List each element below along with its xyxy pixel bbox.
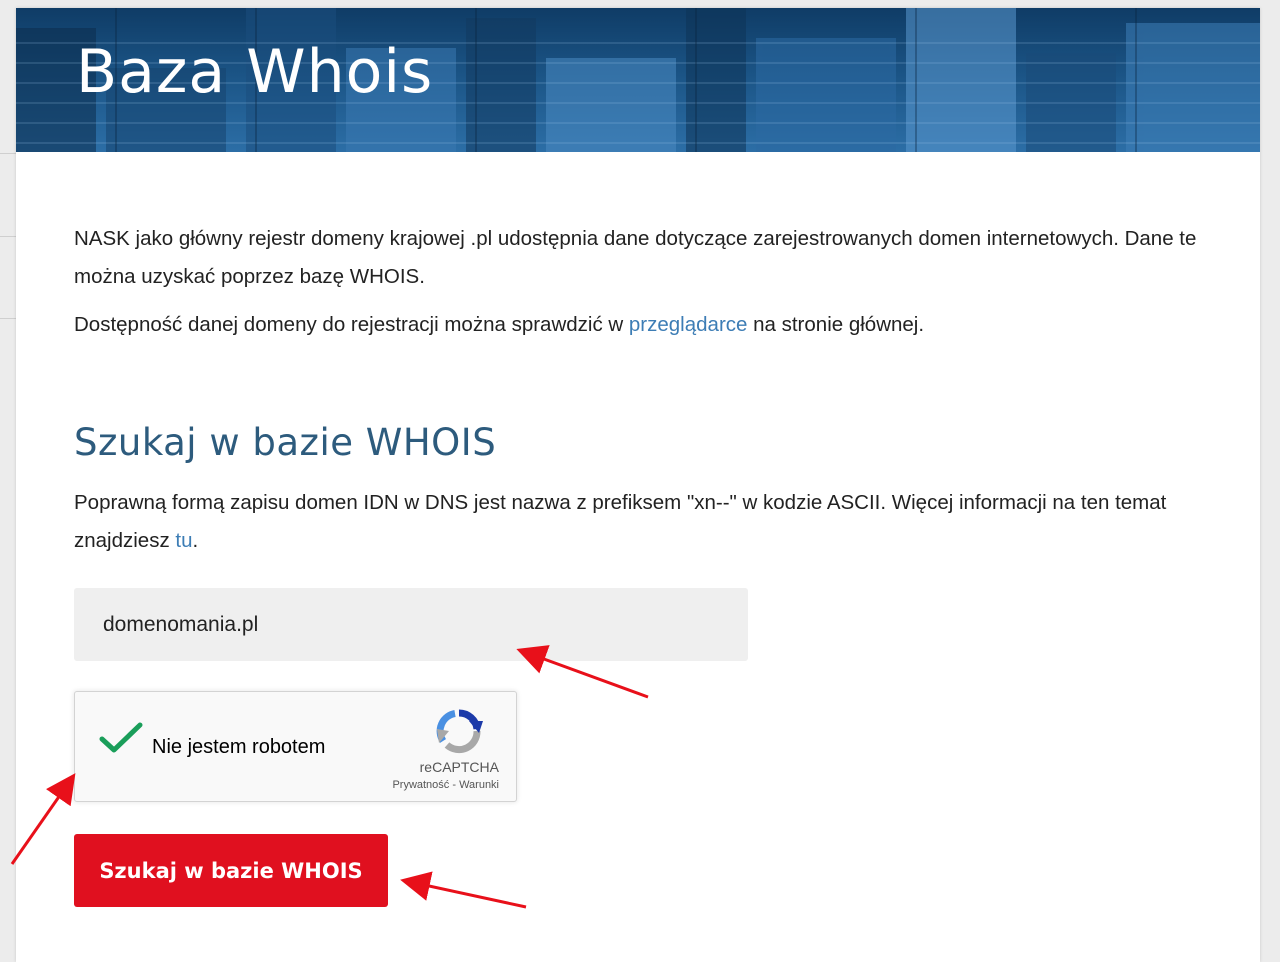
recaptcha-terms-link[interactable]: Prywatność - Warunki (392, 779, 499, 791)
whois-search-button[interactable]: Szukaj w bazie WHOIS (74, 834, 388, 907)
domain-search-input[interactable] (74, 588, 748, 661)
whois-page-card: Baza Whois NASK jako główny rejestr dome… (16, 8, 1260, 962)
recaptcha-logo-icon (436, 709, 483, 754)
recaptcha-label: Nie jestem robotem (152, 736, 326, 758)
browser-link[interactable]: przeglądarce (629, 313, 748, 336)
recaptcha-widget: Nie jestem robotem reCAPTCHA Prywatność … (74, 691, 517, 802)
banner: Baza Whois (16, 8, 1260, 152)
availability-text-end: na stronie głównej. (747, 313, 925, 336)
idn-info-text: Poprawną formą zapisu domen IDN w DNS je… (74, 491, 1167, 552)
checkmark-icon[interactable] (99, 722, 143, 756)
idn-info-end: . (192, 529, 199, 552)
recaptcha-brand: reCAPTCHA (419, 759, 499, 775)
banner-title: Baza Whois (76, 37, 434, 107)
availability-paragraph: Dostępność danej domeny do rejestracji m… (74, 314, 1224, 336)
idn-info-paragraph: Poprawną formą zapisu domen IDN w DNS je… (74, 484, 1214, 560)
search-section-title: Szukaj w bazie WHOIS (74, 421, 497, 464)
idn-info-link[interactable]: tu (175, 529, 192, 552)
intro-paragraph: NASK jako główny rejestr domeny krajowej… (74, 227, 1197, 288)
intro-section: NASK jako główny rejestr domeny krajowej… (74, 220, 1224, 336)
left-edge-lines (0, 0, 16, 962)
availability-text: Dostępność danej domeny do rejestracji m… (74, 313, 629, 336)
